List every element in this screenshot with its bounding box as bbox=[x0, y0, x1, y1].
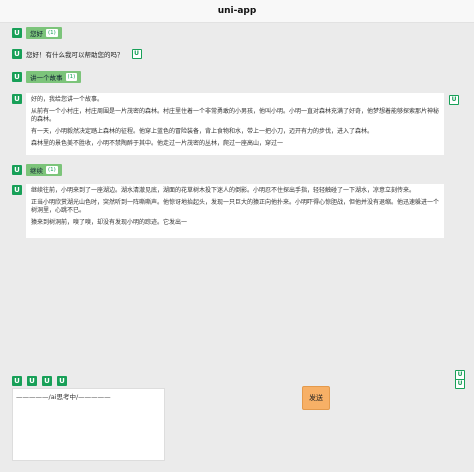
user-message-text: 讲一个故事 bbox=[30, 74, 63, 82]
ai-paragraph: 森林里的景色美不胜收，小明不禁陶醉于其中。他走过一片茂密的丛林，爬过一座高山，穿… bbox=[31, 140, 284, 147]
toolbar-icon[interactable]: U bbox=[27, 376, 37, 386]
message-count-badge: (1) bbox=[46, 29, 58, 37]
scroll-bottom-icon[interactable]: U bbox=[455, 379, 465, 389]
ai-paragraph: 猿来到树洞前，嗅了嗅，却没有发现小明的踪迹。它发出一 bbox=[31, 219, 188, 226]
user-message-row-3: U 讲一个故事 (1) bbox=[12, 71, 82, 83]
send-button[interactable]: 发送 bbox=[302, 386, 330, 410]
app-icon: U bbox=[12, 28, 22, 38]
ai-paragraph: 从前有一个小村庄，村庄周围是一片茂密的森林。村庄里住着一个非常勇敢的小男孩，他叫… bbox=[31, 108, 440, 123]
app-icon: U bbox=[12, 49, 22, 59]
send-button-label: 发送 bbox=[309, 394, 323, 402]
user-message-row-1: U 您好 (1) bbox=[12, 27, 62, 39]
toolbar-icon[interactable]: U bbox=[57, 376, 67, 386]
page-title: uni-app bbox=[217, 6, 257, 16]
toolbar-icon[interactable]: U bbox=[42, 376, 52, 386]
ai-message-box: 好的，我给您讲一个故事。 从前有一个小村庄，村庄周围是一片茂密的森林。村庄里住着… bbox=[26, 93, 444, 155]
app-icon: U bbox=[12, 94, 22, 104]
message-input[interactable]: —————/ai思考中/————— bbox=[12, 388, 165, 461]
user-message-bubble: 您好 (1) bbox=[26, 27, 62, 39]
ai-paragraph: 有一天，小明毅然决定踏上森林的征程。他穿上蓝色的冒险装备，背上食物和水，带上一把… bbox=[31, 128, 374, 135]
app-header: uni-app bbox=[0, 0, 474, 23]
message-count-badge: (1) bbox=[65, 73, 78, 81]
ai-paragraph: 好的，我给您讲一个故事。 bbox=[31, 96, 104, 103]
toolbar-icon[interactable]: U bbox=[12, 376, 22, 386]
app-icon: U bbox=[12, 185, 22, 195]
ai-message-box: 继续往前，小明来到了一座湖边。湖水清澈见底，湖面的花草树木投下迷人的倒影。小明忍… bbox=[26, 184, 444, 238]
user-message-row-5: U 继续 (1) bbox=[12, 164, 62, 176]
user-message-bubble: 讲一个故事 (1) bbox=[26, 71, 82, 83]
ai-message-text: 您好！有什么我可以帮助您的吗？ bbox=[26, 51, 124, 59]
ai-paragraph: 正当小明欣赏湖光山色时，突然听到一阵嘶嘶声。他惊讶地抬起头，发现一只巨大的猿正向… bbox=[31, 199, 440, 214]
user-message-text: 您好 bbox=[30, 30, 43, 38]
user-message-bubble: 继续 (1) bbox=[26, 164, 62, 176]
copy-icon[interactable]: U bbox=[449, 95, 459, 105]
toolbar: U U U U bbox=[12, 376, 67, 386]
ai-message-row-2: U 您好！有什么我可以帮助您的吗？ U bbox=[12, 49, 142, 59]
ai-paragraph: 继续往前，小明来到了一座湖边。湖水清澈见底，湖面的花草树木投下迷人的倒影。小明忍… bbox=[31, 187, 416, 194]
copy-icon[interactable]: U bbox=[131, 49, 142, 59]
message-count-badge: (1) bbox=[46, 166, 58, 174]
app-icon: U bbox=[12, 165, 22, 175]
app-icon: U bbox=[12, 72, 22, 82]
user-message-text: 继续 bbox=[30, 167, 43, 175]
message-input-text: —————/ai思考中/————— bbox=[16, 393, 111, 401]
